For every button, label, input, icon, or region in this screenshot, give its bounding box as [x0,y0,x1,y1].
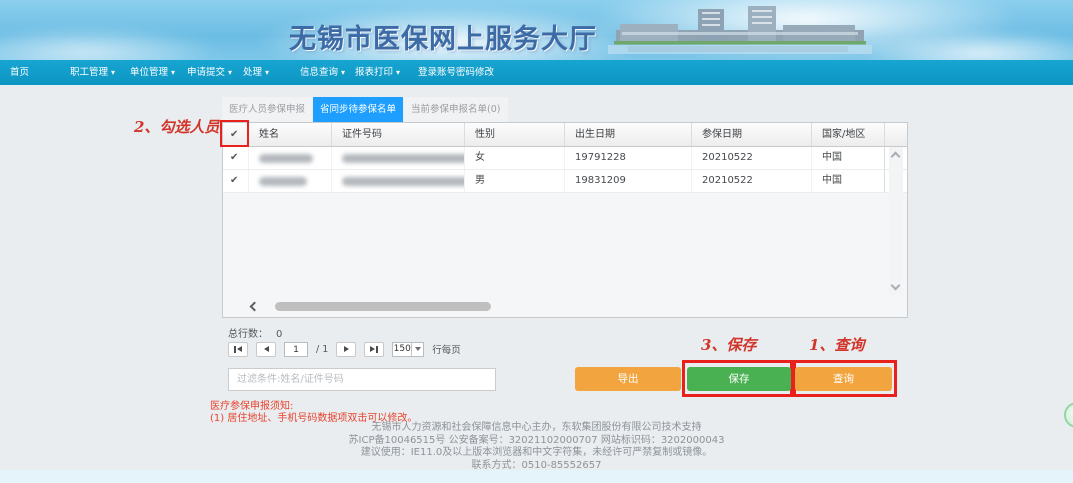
column-header-name: 姓名 [248,123,331,146]
cell-id-redacted [331,170,464,192]
column-header-birth-date: 出生日期 [564,123,691,146]
first-page-icon [234,346,236,353]
column-header-country: 国家/地区 [811,123,884,146]
tab-medical-staff-declare[interactable]: 医疗人员参保申报 [222,97,312,122]
total-rows: 总行数： 0 [228,325,282,340]
first-page-icon [237,346,242,352]
page-title: 无锡市医保网上服务大厅 [289,17,597,56]
export-button[interactable]: 导出 [575,367,681,391]
last-page-button[interactable] [364,342,384,357]
pagination: / 1 150 行每页 [228,341,461,357]
cell-birth-date: 19791228 [564,147,691,169]
column-header-id-number: 证件号码 [331,123,464,146]
footer-line: 建议使用：IE11.0及以上版本浏览器和中文字符集，未经许可严禁复制或镜像。 [0,447,1073,460]
filter-input[interactable] [228,368,496,391]
scrollbar-thumb[interactable] [275,302,491,311]
main-nav: 首页 职工管理▾ 单位管理▾ 申请提交▾ 处理▾ 信息查询▾ 报表打印▾ 登录账… [0,60,1073,85]
prev-page-icon [264,346,269,352]
page-number-input[interactable] [284,342,308,357]
caret-down-icon: ▾ [171,68,175,77]
page-size-select[interactable]: 150 [392,342,424,357]
next-page-icon [344,346,349,352]
cell-gender: 女 [464,147,564,169]
horizontal-scrollbar[interactable] [251,301,887,313]
total-rows-label: 总行数： [228,329,268,340]
column-header-join-date: 参保日期 [691,123,811,146]
redacted-id-number [342,154,464,163]
cell-country: 中国 [811,147,884,169]
declaration-notice: 医疗参保申报须知: (1) 居住地址、手机号码数据项双击可以修改。 [210,401,417,424]
query-button[interactable]: 查询 [795,367,892,391]
caret-down-icon: ▾ [111,68,115,77]
table-row[interactable]: ✔ 男 19831209 20210522 中国 [223,170,907,193]
page-size-value: 150 [393,344,411,354]
notice-title: 医疗参保申报须知: [210,401,417,413]
table-header-row: ✔ 姓名 证件号码 性别 出生日期 参保日期 国家/地区 [223,123,907,147]
banner: 无锡市医保网上服务大厅 [0,0,1073,60]
last-page-icon [376,346,378,353]
column-header-clipped [884,123,907,146]
nav-item-employee-mgmt[interactable]: 职工管理▾ [70,60,115,85]
nav-item-unit-mgmt[interactable]: 单位管理▾ [130,60,175,85]
check-icon: ✔ [230,129,238,140]
cell-birth-date: 19831209 [564,170,691,192]
cell-id-redacted [331,147,464,169]
save-button[interactable]: 保存 [687,367,791,391]
caret-down-icon: ▾ [396,68,400,77]
cell-name-redacted [248,170,331,192]
cloud-decoration [0,26,220,60]
row-checkbox[interactable]: ✔ [223,170,248,192]
cell-gender: 男 [464,170,564,192]
nav-item-apply-submit[interactable]: 申请提交▾ [187,60,232,85]
row-checkbox[interactable]: ✔ [223,147,248,169]
scroll-left-icon[interactable] [250,302,260,312]
annotation-step2: 2、勾选人员 [134,116,219,137]
footer-line: 苏ICP备10046515号 公安备案号：32021102000707 网站标识… [0,435,1073,448]
rows-per-page-label: 行每页 [432,342,461,356]
table-row[interactable]: ✔ 女 19791228 20210522 中国 [223,147,907,170]
page: 无锡市医保网上服务大厅 首页 职工管理▾ 单位管理▾ 申请提交▾ 处理▾ 信息查… [0,0,1073,483]
cell-name-redacted [248,147,331,169]
tab-province-sync-pending-list[interactable]: 省同步待参保名单 [313,97,403,122]
caret-down-icon: ▾ [228,68,232,77]
redacted-name [259,177,307,186]
page-count-label: / 1 [316,344,328,355]
cell-country: 中国 [811,170,884,192]
nav-item-process[interactable]: 处理▾ [243,60,269,85]
nav-item-home[interactable]: 首页 [10,60,29,85]
total-rows-value: 0 [276,329,282,340]
nav-item-report-print[interactable]: 报表打印▾ [355,60,400,85]
page-footer: 无锡市人力资源和社会保障信息中心主办，东软集团股份有限公司技术支持 苏ICP备1… [0,422,1073,472]
cell-join-date: 20210522 [691,147,811,169]
caret-down-icon [415,347,421,351]
annotation-step1: 1、查询 [809,334,864,355]
vertical-scrollbar[interactable] [889,147,903,295]
footer-line: 无锡市人力资源和社会保障信息中心主办，东软集团股份有限公司技术支持 [0,422,1073,435]
caret-down-icon: ▾ [265,68,269,77]
redacted-id-number [342,177,464,186]
bottom-strip [0,470,1073,483]
caret-down-icon: ▾ [341,68,345,77]
column-header-gender: 性别 [464,123,564,146]
nav-item-info-query[interactable]: 信息查询▾ [300,60,345,85]
cell-join-date: 20210522 [691,170,811,192]
scroll-up-icon[interactable] [891,152,901,162]
tab-bar: 医疗人员参保申报 省同步待参保名单 当前参保申报名单(0) [222,97,509,122]
next-page-button[interactable] [336,342,356,357]
tab-current-declare-list[interactable]: 当前参保申报名单(0) [404,97,507,122]
city-skyline-image [598,4,878,58]
scroll-down-icon[interactable] [891,281,901,291]
check-icon: ✔ [230,175,238,186]
nav-item-account-password[interactable]: 登录账号密码修改 [418,60,494,85]
check-icon: ✔ [230,152,238,163]
last-page-icon [370,346,375,352]
data-grid-panel: ✔ 姓名 证件号码 性别 出生日期 参保日期 国家/地区 ✔ 女 1979122… [222,122,908,318]
annotation-step3: 3、保存 [701,334,756,355]
first-page-button[interactable] [228,342,248,357]
redacted-name [259,154,313,163]
select-all-checkbox[interactable]: ✔ [223,123,248,146]
select-dropdown-box[interactable] [411,343,423,356]
prev-page-button[interactable] [256,342,276,357]
